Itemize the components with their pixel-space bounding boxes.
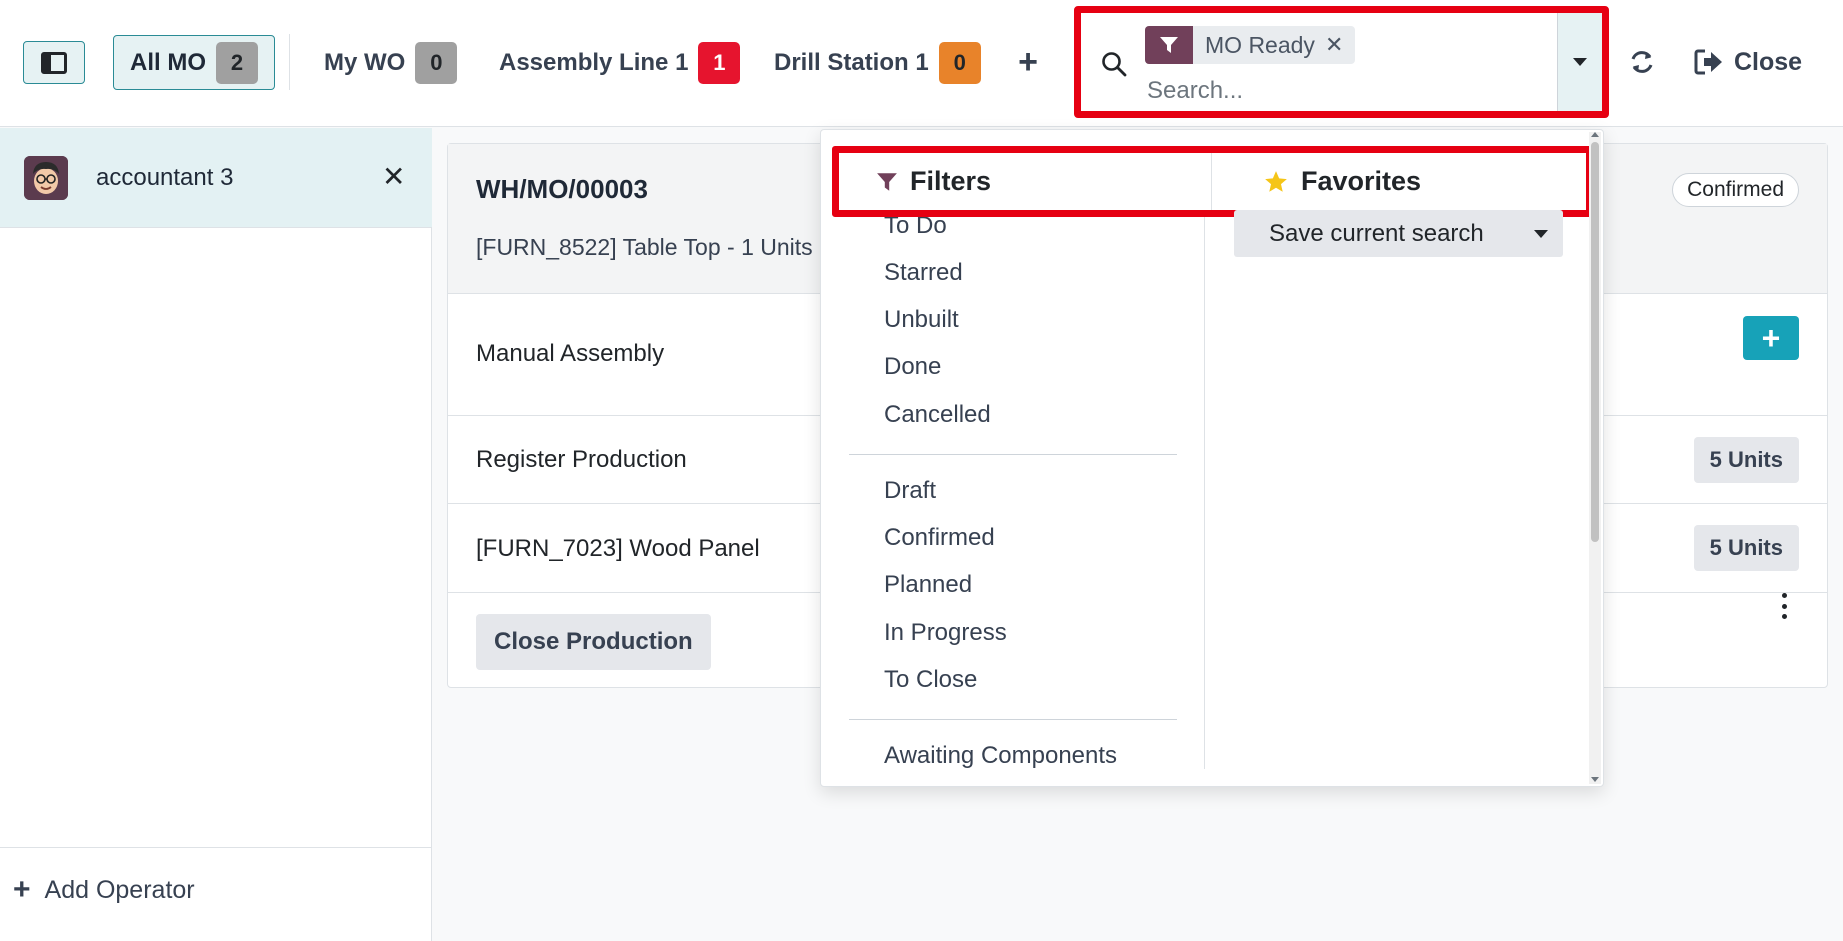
favorites-heading: Favorites: [1263, 166, 1421, 197]
favorites-title: Favorites: [1301, 166, 1422, 196]
refresh-icon: [1631, 51, 1653, 73]
add-operator-label: Add Operator: [44, 875, 195, 904]
filter-icon: [877, 172, 897, 191]
top-bar: All MO 2 My WO 0 Assembly Line 1 1 Drill…: [0, 0, 1843, 127]
workorder-label: Manual Assembly: [476, 340, 665, 367]
tab-label: My WO: [324, 48, 406, 76]
tab-label: Drill Station 1: [774, 48, 929, 76]
search-bar: MO Ready ✕: [1074, 6, 1609, 118]
filter-group-divider: [849, 719, 1177, 720]
plus-icon: +: [13, 873, 31, 906]
tab-all-mo[interactable]: All MO 2: [113, 35, 275, 90]
caret-down-icon: [1534, 230, 1548, 238]
toggle-search-panel-button[interactable]: [1557, 13, 1602, 111]
tab-count-badge: 2: [216, 41, 258, 84]
plus-icon: +: [1018, 43, 1038, 81]
units-badge[interactable]: 5 Units: [1693, 437, 1799, 483]
filter-option[interactable]: In Progress: [884, 619, 1007, 647]
panel-divider: [0, 847, 432, 848]
star-icon: [1265, 170, 1287, 192]
sidebar-panel-icon: [41, 51, 67, 74]
avatar: [24, 156, 68, 200]
dropdown-header: Filters Favorites: [832, 146, 1593, 217]
remove-operator-icon[interactable]: ✕: [382, 160, 405, 193]
mo-name: WH/MO/00003: [476, 174, 648, 204]
add-workcenter-button[interactable]: +: [1013, 42, 1043, 82]
column-divider: [1211, 153, 1212, 210]
filter-option[interactable]: Unbuilt: [884, 306, 959, 334]
tab-divider: [289, 34, 290, 90]
tab-count-badge: 1: [698, 41, 741, 84]
filters-title: Filters: [910, 166, 992, 196]
remove-facet-icon[interactable]: ✕: [1325, 32, 1355, 58]
filter-option[interactable]: Done: [884, 353, 941, 381]
refresh-button[interactable]: [1624, 42, 1660, 82]
search-icon: [1102, 52, 1127, 77]
mo-product: [FURN_8522] Table Top - 1 Units: [476, 234, 813, 260]
tab-assembly-line-1[interactable]: Assembly Line 1 1: [483, 35, 756, 90]
scroll-down-icon[interactable]: [1591, 777, 1599, 782]
tab-label: All MO: [130, 48, 206, 76]
search-panel-dropdown: To Do Starred Unbuilt Done Cancelled Dra…: [820, 129, 1604, 787]
filter-option[interactable]: Confirmed: [884, 524, 995, 552]
filter-group-divider: [849, 454, 1177, 455]
toggle-sidebar-button[interactable]: [23, 41, 85, 84]
more-options-icon[interactable]: [1781, 593, 1787, 619]
operator-panel: accountant 3 ✕ + Add Operator: [0, 128, 432, 941]
scroll-up-icon[interactable]: [1591, 132, 1599, 137]
row-label: Register Production: [476, 446, 687, 473]
tab-drill-station-1[interactable]: Drill Station 1 0: [758, 35, 997, 90]
close-button[interactable]: Close: [1694, 38, 1802, 86]
column-divider: [1204, 191, 1205, 769]
tab-my-wo[interactable]: My WO 0: [308, 35, 473, 90]
add-operator-button[interactable]: + Add Operator: [13, 875, 195, 905]
filter-option[interactable]: Cancelled: [884, 401, 991, 429]
operator-row[interactable]: accountant 3 ✕: [0, 128, 432, 228]
add-workorder-button[interactable]: +: [1743, 316, 1799, 360]
plus-icon: +: [1761, 319, 1781, 356]
search-input[interactable]: [1147, 73, 1547, 109]
save-search-label: Save current search: [1269, 219, 1484, 247]
close-label: Close: [1734, 47, 1803, 76]
save-current-search-toggle[interactable]: Save current search: [1234, 210, 1563, 257]
filters-heading: Filters: [876, 166, 991, 197]
tab-count-badge: 0: [938, 41, 981, 84]
close-production-button[interactable]: Close Production: [476, 614, 711, 670]
dropdown-scrollbar[interactable]: [1589, 132, 1601, 784]
filter-option[interactable]: Awaiting Components: [884, 742, 1117, 770]
filter-icon: [1145, 26, 1193, 64]
scrollbar-thumb[interactable]: [1591, 142, 1599, 542]
filter-option[interactable]: Starred: [884, 259, 963, 287]
status-badge: Confirmed: [1672, 173, 1799, 207]
sign-out-icon: [1694, 49, 1722, 75]
filter-option[interactable]: Draft: [884, 477, 936, 505]
tab-count-badge: 0: [415, 41, 458, 84]
units-badge[interactable]: 5 Units: [1693, 525, 1799, 571]
filter-option[interactable]: To Close: [884, 666, 977, 694]
search-facet: MO Ready ✕: [1145, 26, 1356, 64]
caret-down-icon: [1573, 58, 1587, 66]
facet-label: MO Ready: [1205, 31, 1315, 58]
operator-name: accountant 3: [96, 164, 234, 191]
tab-label: Assembly Line 1: [499, 48, 689, 76]
filter-option[interactable]: Planned: [884, 571, 972, 599]
component-label: [FURN_7023] Wood Panel: [476, 535, 760, 562]
